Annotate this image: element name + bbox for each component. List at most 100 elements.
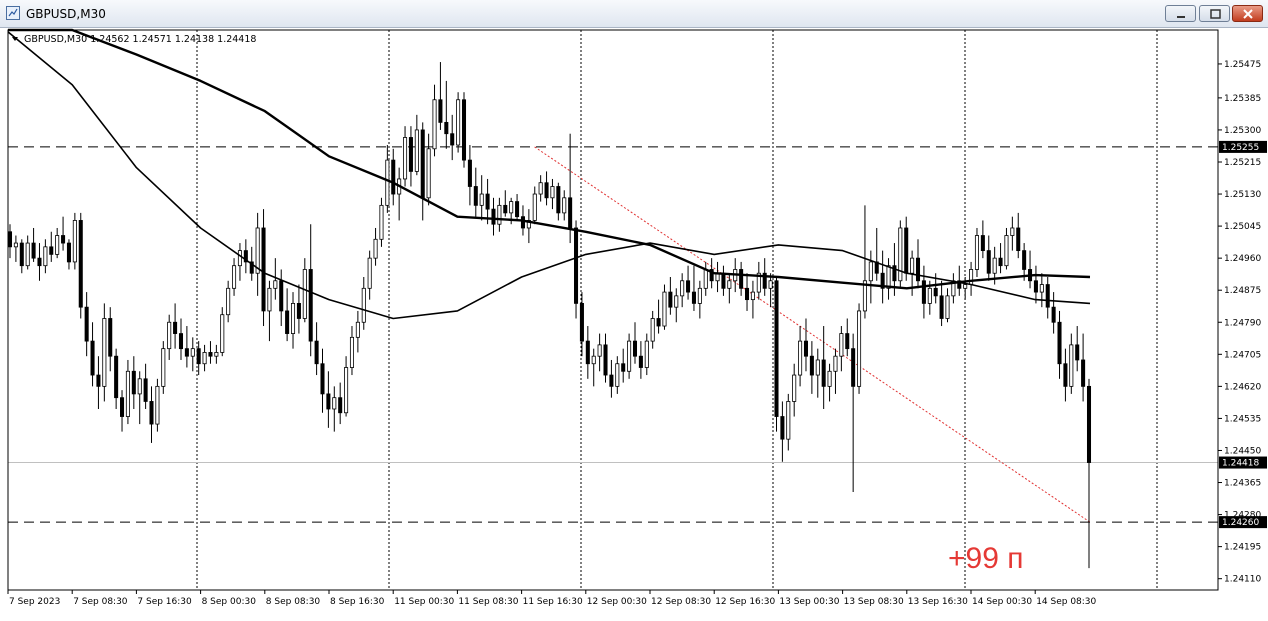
y-tick-label: 1.24195 (1224, 543, 1261, 553)
candle-body (332, 397, 337, 410)
candle-body (921, 280, 926, 304)
candle-body (391, 159, 396, 195)
candle-body (768, 280, 773, 289)
candle-body (426, 148, 431, 199)
x-tick-label: 7 Sep 2023 (9, 597, 60, 607)
candle-body (55, 235, 60, 255)
candle-body (721, 272, 726, 289)
chart-area[interactable]: 1.25475 1.25385 1.25300 1.25215 1.25130 1.250… (0, 28, 1268, 621)
y-tick-label: 1.25215 (1224, 158, 1261, 168)
candle-body (839, 333, 844, 357)
candle-body (1022, 250, 1027, 270)
title-bar[interactable]: GBPUSD,M30 (0, 0, 1268, 28)
y-tick-label: 1.25475 (1224, 60, 1261, 70)
candle-body (803, 340, 809, 357)
candle-body (915, 257, 921, 282)
candle-body (821, 359, 826, 387)
candle-body (621, 363, 626, 372)
profit-annotation: +99 п (948, 542, 1023, 575)
candle-body (290, 303, 296, 334)
candle-body (786, 401, 791, 440)
maximize-button[interactable] (1199, 5, 1230, 22)
candle-body (7, 231, 13, 248)
candle-body (697, 287, 702, 304)
candle-body (72, 220, 77, 263)
x-tick-label: 13 Sep 16:30 (908, 597, 968, 607)
candle-body (1004, 235, 1009, 267)
candle-body (84, 306, 89, 342)
candle-body (520, 216, 525, 229)
x-tick-label: 12 Sep 16:30 (715, 597, 775, 607)
y-tick-label: 1.24450 (1224, 446, 1261, 456)
candle-body (184, 348, 189, 357)
candle-body (19, 242, 24, 267)
candle-body (1045, 284, 1050, 308)
candle-body (868, 261, 873, 282)
candle-body (686, 280, 691, 293)
candle-body (632, 340, 638, 357)
candle-body (31, 242, 36, 259)
candle-body (373, 238, 378, 259)
minimize-button[interactable] (1165, 5, 1196, 22)
x-tick-label: 11 Sep 00:30 (394, 597, 454, 607)
candle-body (597, 344, 602, 357)
price-chart[interactable]: 1.25475 1.25385 1.25300 1.25215 1.25130 1.250… (0, 28, 1268, 621)
y-tick-label: 1.24705 (1224, 350, 1261, 360)
candle-body (296, 303, 301, 319)
candle-body (1010, 227, 1015, 236)
candle-body (833, 355, 838, 372)
candle-body (851, 348, 856, 387)
candle-body (267, 287, 272, 312)
candle-body (367, 257, 372, 289)
x-tick-label: 7 Sep 16:30 (137, 597, 192, 607)
current-price-label: 1.24418 (1222, 459, 1259, 469)
candle-body (986, 250, 991, 274)
close-button[interactable] (1232, 5, 1263, 22)
x-tick-label: 14 Sep 08:30 (1036, 597, 1096, 607)
candle-body (467, 159, 472, 187)
candle-body (627, 340, 632, 372)
candle-body (668, 291, 673, 308)
candle-body (1081, 359, 1086, 387)
y-tick-label: 1.24535 (1224, 414, 1261, 424)
candle-body (927, 287, 932, 304)
candle-body (178, 333, 184, 350)
candle-body (898, 227, 903, 282)
candle-body (1057, 321, 1062, 365)
y-tick-label: 1.24110 (1224, 575, 1261, 585)
candle-body (992, 257, 997, 274)
candle-body (302, 269, 307, 319)
candle-body (579, 303, 584, 342)
candle-body (403, 137, 408, 180)
candle-body (261, 227, 266, 312)
y-tick-label: 1.25300 (1224, 126, 1261, 136)
candle-body (809, 355, 814, 376)
candle-body (603, 344, 608, 376)
window-title: GBPUSD,M30 (26, 7, 106, 21)
candle-body (190, 348, 195, 357)
candle-body (497, 204, 502, 225)
candle-body (155, 385, 160, 425)
y-tick-label: 1.24875 (1224, 286, 1261, 296)
candle-body (750, 291, 755, 301)
candle-body (196, 348, 201, 365)
y-tick-label: 1.25130 (1224, 190, 1261, 200)
candle-body (273, 280, 278, 289)
y-tick-label: 1.25385 (1224, 94, 1261, 104)
candle-body (125, 370, 130, 417)
candle-body (503, 204, 508, 214)
candle-body (933, 287, 938, 297)
candle-body (308, 269, 313, 342)
candle-body (591, 355, 596, 365)
candle-body (90, 340, 95, 376)
candle-body (609, 374, 614, 387)
candle-body (532, 193, 537, 221)
candle-body (314, 340, 319, 365)
candle-body (25, 242, 30, 267)
x-tick-label: 11 Sep 08:30 (458, 597, 518, 607)
candle-body (37, 257, 42, 267)
candle-body (237, 250, 242, 267)
candle-body (556, 186, 561, 214)
candle-body (792, 374, 797, 402)
y-tick-label: 1.24365 (1224, 479, 1261, 489)
